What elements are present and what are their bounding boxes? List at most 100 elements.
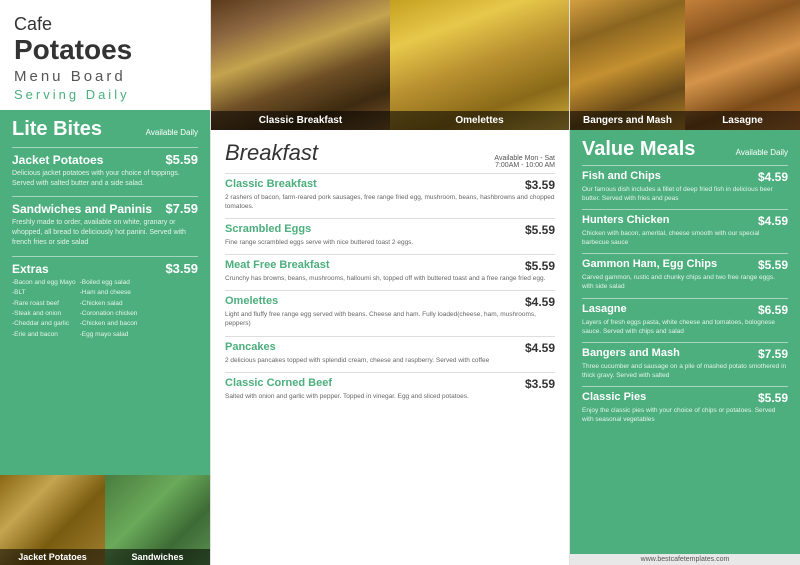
- bangers-mash-label: Bangers and Mash: [570, 111, 685, 130]
- item-header: Bangers and Mash $7.59: [582, 347, 788, 361]
- extras-col2: -Boiled egg salad-Ham and cheese-Chicken…: [80, 278, 138, 340]
- item-name: Gammon Ham, Egg Chips: [582, 258, 717, 272]
- breakfast-section: Breakfast Available Mon - Sat 7:00AM - 1…: [211, 130, 569, 565]
- item-header: Omelettes $4.59: [225, 295, 555, 309]
- item-name: Jacket Potatoes: [12, 153, 103, 167]
- item-header: Scrambled Eggs $5.59: [225, 223, 555, 237]
- item-desc: Fine range scrambled eggs serve with nic…: [225, 238, 555, 247]
- item-name: Lasagne: [582, 303, 627, 317]
- lasagne-label: Lasagne: [685, 111, 800, 130]
- website-text: www.bestcafetemplates.com: [641, 556, 730, 563]
- list-item: Extras $3.59 -Bacon and egg Mayo-BLT-Rar…: [12, 261, 198, 340]
- extras-col1: -Bacon and egg Mayo-BLT-Rare roast beef-…: [12, 278, 76, 340]
- item-price: $5.59: [525, 259, 555, 273]
- extras-list: -Bacon and egg Mayo-BLT-Rare roast beef-…: [12, 278, 198, 340]
- classic-breakfast-label: Classic Breakfast: [211, 111, 390, 130]
- item-price: $3.59: [165, 261, 198, 276]
- item-name: Omelettes: [225, 295, 278, 309]
- omelettes-label: Omelettes: [390, 111, 569, 130]
- item-desc: Salted with onion and garlic with pepper…: [225, 392, 555, 401]
- item-desc: Delicious jacket potatoes with your choi…: [12, 169, 198, 189]
- list-item: Lasagne $6.59 Layers of fresh eggs pasta…: [582, 303, 788, 336]
- list-item: Fish and Chips $4.59 Our famous dish inc…: [582, 170, 788, 203]
- breakfast-title: Breakfast: [225, 140, 318, 166]
- list-item: Hunters Chicken $4.59 Chicken with bacon…: [582, 214, 788, 247]
- item-price: $4.59: [758, 170, 788, 184]
- breakfast-time: Available Mon - Sat 7:00AM - 10:00 AM: [494, 155, 555, 169]
- item-desc: Light and fluffy free range egg served w…: [225, 310, 555, 328]
- cafe-line3: Menu Board: [14, 68, 196, 85]
- middle-panel: Classic Breakfast Omelettes Breakfast Av…: [210, 0, 570, 565]
- top-food-images-middle: Classic Breakfast Omelettes: [211, 0, 569, 130]
- item-desc: Freshly made to order, available on whit…: [12, 218, 198, 247]
- value-meals-header: Value Meals Available Daily: [582, 138, 788, 161]
- cafe-header: Cafe Potatoes Menu Board Serving Daily: [0, 0, 210, 110]
- value-meals-available: Available Daily: [736, 148, 788, 157]
- item-name: Sandwiches and Paninis: [12, 202, 152, 216]
- item-header: Meat Free Breakfast $5.59: [225, 259, 555, 273]
- item-name: Hunters Chicken: [582, 214, 669, 228]
- list-item: Pancakes $4.59 2 delicious pancakes topp…: [225, 341, 555, 365]
- lasagne-photo: Lasagne: [685, 0, 800, 130]
- item-name: Classic Corned Beef: [225, 377, 332, 391]
- list-item: Sandwiches and Paninis $7.59 Freshly mad…: [12, 201, 198, 247]
- item-price: $5.59: [758, 391, 788, 405]
- item-name: Pancakes: [225, 341, 276, 355]
- right-panel: Bangers and Mash Lasagne Value Meals Ava…: [570, 0, 800, 565]
- breakfast-header: Breakfast Available Mon - Sat 7:00AM - 1…: [225, 140, 555, 169]
- list-item: Classic Pies $5.59 Enjoy the classic pie…: [582, 391, 788, 424]
- item-name: Meat Free Breakfast: [225, 259, 330, 273]
- cafe-line1: Cafe: [14, 14, 196, 35]
- jacket-image-label: Jacket Potatoes: [0, 549, 105, 565]
- item-desc: Our famous dish includes a fillet of dee…: [582, 185, 788, 203]
- value-meals-title: Value Meals: [582, 138, 695, 161]
- item-price: $3.59: [525, 377, 555, 391]
- top-food-images-right: Bangers and Mash Lasagne: [570, 0, 800, 130]
- item-header: Classic Breakfast $3.59: [225, 178, 555, 192]
- item-desc: Chicken with bacon, amerital, cheese smo…: [582, 229, 788, 247]
- item-price: $4.59: [525, 341, 555, 355]
- list-item: Scrambled Eggs $5.59 Fine range scramble…: [225, 223, 555, 247]
- bottom-images: Jacket Potatoes Sandwiches: [0, 475, 210, 565]
- lite-bites-available: Available Daily: [146, 128, 198, 137]
- item-desc: Carved gammon, rustic and chunky chips a…: [582, 273, 788, 291]
- item-price: $6.59: [758, 303, 788, 317]
- item-header: Gammon Ham, Egg Chips $5.59: [582, 258, 788, 272]
- list-item: Classic Breakfast $3.59 2 rashers of bac…: [225, 178, 555, 211]
- cafe-line2: Potatoes: [14, 35, 196, 66]
- item-price: $4.59: [525, 295, 555, 309]
- item-header: Lasagne $6.59: [582, 303, 788, 317]
- bangers-mash-photo: Bangers and Mash: [570, 0, 685, 130]
- item-price: $5.59: [758, 258, 788, 272]
- item-desc: Crunchy has browns, beans, mushrooms, ha…: [225, 274, 555, 283]
- lite-bites-section: Lite Bites Available Daily Jacket Potato…: [0, 110, 210, 475]
- list-item: Jacket Potatoes $5.59 Delicious jacket p…: [12, 152, 198, 189]
- item-desc: Layers of fresh eggs pasta, white cheese…: [582, 318, 788, 336]
- item-desc: Enjoy the classic pies with your choice …: [582, 406, 788, 424]
- item-header: Hunters Chicken $4.59: [582, 214, 788, 228]
- lite-bites-title: Lite Bites: [12, 118, 102, 141]
- item-desc: Three cucumber and sausage on a pile of …: [582, 362, 788, 380]
- list-item: Bangers and Mash $7.59 Three cucumber an…: [582, 347, 788, 380]
- item-price: $4.59: [758, 214, 788, 228]
- item-price: $7.59: [165, 201, 198, 216]
- classic-breakfast-photo: Classic Breakfast: [211, 0, 390, 130]
- left-panel: Cafe Potatoes Menu Board Serving Daily L…: [0, 0, 210, 565]
- omelettes-photo: Omelettes: [390, 0, 569, 130]
- item-name: Bangers and Mash: [582, 347, 680, 361]
- website-bar: www.bestcafetemplates.com: [570, 554, 800, 565]
- jacket-potatoes-image: Jacket Potatoes: [0, 475, 105, 565]
- item-price: $3.59: [525, 178, 555, 192]
- lite-bites-header: Lite Bites Available Daily: [12, 118, 198, 141]
- item-name: Fish and Chips: [582, 170, 661, 184]
- list-item: Classic Corned Beef $3.59 Salted with on…: [225, 377, 555, 401]
- item-header: Fish and Chips $4.59: [582, 170, 788, 184]
- item-price: $5.59: [525, 223, 555, 237]
- item-price: $7.59: [758, 347, 788, 361]
- item-desc: 2 rashers of bacon, farm-reared pork sau…: [225, 193, 555, 211]
- list-item: Gammon Ham, Egg Chips $5.59 Carved gammo…: [582, 258, 788, 291]
- cafe-line4: Serving Daily: [14, 87, 196, 102]
- item-name: Classic Pies: [582, 391, 646, 405]
- item-name: Classic Breakfast: [225, 178, 317, 192]
- sandwiches-image: Sandwiches: [105, 475, 210, 565]
